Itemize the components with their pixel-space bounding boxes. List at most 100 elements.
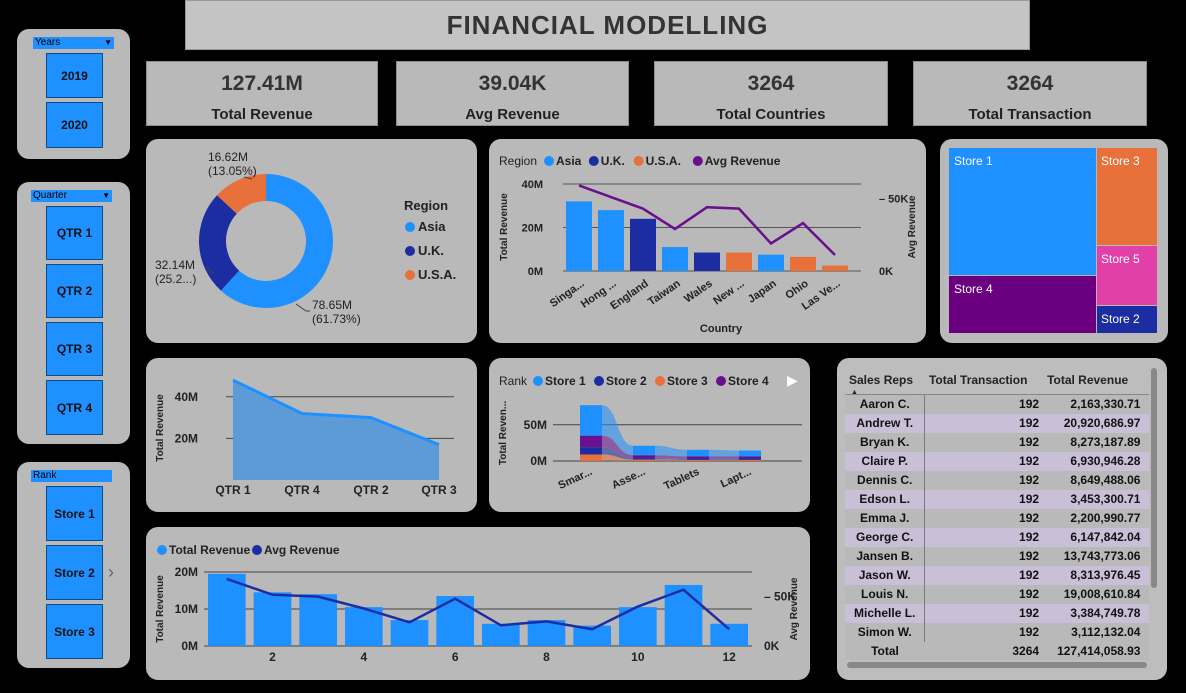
ribbon-legend-label: Store 2 — [606, 374, 647, 388]
quarter-qtr3-button[interactable]: QTR 3 — [46, 322, 103, 376]
donut-legend-title: Region — [404, 198, 448, 213]
donut-legend-marker — [405, 270, 415, 280]
treemap-store-2[interactable]: Store 2 — [1097, 306, 1157, 333]
country-bar — [758, 254, 784, 271]
vertical-scrollbar[interactable] — [1151, 368, 1157, 588]
monthly-x-tick: 10 — [631, 650, 645, 664]
country-y-axis-label: Total Revenue — [499, 193, 510, 261]
col-header-total-transaction[interactable]: Total Transaction — [924, 366, 1044, 395]
ribbon-y-tick: 50M — [524, 418, 547, 432]
kpi-total-countries: 3264 Total Countries — [654, 61, 888, 126]
table-row[interactable]: Jansen B. 192 13,743,773.06 — [845, 546, 1149, 566]
horizontal-scrollbar[interactable] — [847, 662, 1147, 668]
country-y-tick: 0M — [528, 266, 543, 278]
quarter-qtr2-button[interactable]: QTR 2 — [46, 264, 103, 318]
year-2019-button[interactable]: 2019 — [46, 53, 103, 98]
col-header-a[interactable]: A — [1144, 366, 1149, 395]
treemap-store-4[interactable]: Store 4 — [949, 276, 1096, 333]
country-y2-axis-label: Avg Revenue — [907, 195, 918, 258]
table-row[interactable]: George C. 192 6,147,842.04 — [845, 527, 1149, 547]
monthly-y-tick: 20M — [175, 565, 198, 579]
quarter-slicer-header[interactable]: Quarter ▼ — [31, 190, 112, 202]
table-cell — [1144, 414, 1149, 433]
table-row[interactable]: Claire P. 192 6,930,946.28 — [845, 451, 1149, 471]
donut-data-label: 78.65M — [312, 298, 352, 312]
ribbon-column-segment — [580, 435, 602, 448]
ribbon-legend-title: Rank — [499, 374, 528, 388]
table-cell: 192 — [1019, 606, 1040, 620]
ribbon-column-segment — [633, 455, 655, 459]
table-cell: 192 — [1019, 435, 1040, 449]
ribbon-column-segment — [687, 456, 709, 459]
treemap-store-3[interactable]: Store 3 — [1097, 148, 1157, 245]
table-cell: Simon W. — [845, 622, 926, 642]
rank-store1-button[interactable]: Store 1 — [46, 486, 103, 541]
ribbon-column-segment — [739, 450, 761, 457]
table-cell — [1144, 528, 1149, 547]
table-cell: Michelle L. — [845, 603, 926, 623]
table-row[interactable]: Jason W. 192 8,313,976.45 — [845, 565, 1149, 585]
table-cell: Jason W. — [845, 565, 926, 585]
table-cell: 192 — [1019, 454, 1040, 468]
table-cell: Andrew T. — [845, 413, 926, 433]
country-bar — [630, 218, 656, 271]
monthly-x-tick: 12 — [722, 650, 736, 664]
country-bar — [662, 247, 688, 271]
table-row[interactable]: Simon W. 192 3,112,132.04 — [845, 622, 1149, 642]
col-header-total-revenue[interactable]: Total Revenue — [1043, 366, 1145, 395]
table-row[interactable]: Michelle L. 192 3,384,749.78 — [845, 603, 1149, 623]
table-row[interactable]: Edson L. 192 3,453,300.71 — [845, 489, 1149, 509]
table-row[interactable]: Louis N. 192 19,008,610.84 — [845, 584, 1149, 604]
country-x-axis-label: Country — [700, 323, 743, 335]
table-cell: 192 — [1019, 530, 1040, 544]
rank-slicer-header[interactable]: Rank — [31, 470, 112, 482]
ribbon-legend-label: Store 3 — [667, 374, 708, 388]
table-row[interactable]: Andrew T. 192 20,920,686.97 — [845, 413, 1149, 433]
monthly-x-tick: 6 — [452, 650, 459, 664]
year-2020-button[interactable]: 2020 — [46, 102, 103, 148]
table-cell: Aaron C. — [845, 394, 926, 414]
table-cell: 192 — [1019, 397, 1040, 411]
quarter-qtr4-button[interactable]: QTR 4 — [46, 380, 103, 435]
table-cell: Jansen B. — [845, 546, 926, 566]
table-row[interactable]: Bryan K. 192 8,273,187.89 — [845, 432, 1149, 452]
table-cell — [1144, 547, 1149, 566]
monthly-x-tick: 2 — [269, 650, 276, 664]
region-donut-chart: 78.65M(61.73%) 32.14M(25.2...) 16.62M(13.0… — [155, 150, 456, 326]
country-legend-marker — [633, 156, 644, 166]
monthly-y2-axis-label: Avg Revenue — [789, 577, 800, 640]
country-legend-marker — [692, 156, 703, 166]
donut-legend-marker — [405, 222, 415, 232]
ribbon-x-tick: Smar... — [556, 466, 594, 492]
ribbon-band — [709, 459, 739, 461]
donut-legend-label: Asia — [418, 219, 446, 234]
kpi-value: 3264 — [747, 72, 795, 95]
treemap-store-5[interactable]: Store 5 — [1097, 246, 1157, 305]
quarter-area-panel: 20M 40M Total Revenue QTR 1 QTR 4 QTR 2 QTR 3 — [146, 358, 477, 512]
table-cell: Claire P. — [845, 451, 926, 471]
donut-legend-label: U.S.A. — [418, 267, 456, 282]
table-cell: Emma J. — [845, 508, 926, 528]
ribbon-x-tick: Tablets — [662, 466, 701, 493]
table-cell: 3,384,749.78 — [1070, 606, 1141, 620]
ribbon-band — [655, 445, 687, 457]
table-row[interactable]: Aaron C. 192 2,163,330.71 — [845, 394, 1149, 414]
table-row[interactable]: Dennis C. 192 8,649,488.06 — [845, 470, 1149, 490]
ribbon-column-segment — [580, 454, 602, 461]
table-cell: 8,273,187.89 — [1070, 435, 1141, 449]
quarter-qtr1-button[interactable]: QTR 1 — [46, 206, 103, 260]
rank-store2-button[interactable]: Store 2 — [46, 545, 103, 600]
chevron-right-icon[interactable]: › — [108, 562, 114, 583]
table-cell: 20,920,686.97 — [1063, 416, 1141, 430]
years-slicer-header[interactable]: Years ▼ — [33, 37, 114, 49]
table-row[interactable]: Emma J. 192 2,200,990.77 — [845, 508, 1149, 528]
rank-store3-button[interactable]: Store 3 — [46, 604, 103, 659]
col-header-sales-reps[interactable]: Sales Reps ▲ — [845, 366, 925, 396]
donut-data-label: (13.05%) — [208, 164, 257, 178]
monthly-x-tick: 4 — [360, 650, 367, 664]
treemap-store-1[interactable]: Store 1 — [949, 148, 1096, 275]
area-y-axis-label: Total Revenue — [155, 394, 166, 462]
ribbon-legend-marker — [594, 376, 604, 386]
table-cell: 192 — [1019, 625, 1040, 639]
table-cell — [1144, 585, 1149, 604]
